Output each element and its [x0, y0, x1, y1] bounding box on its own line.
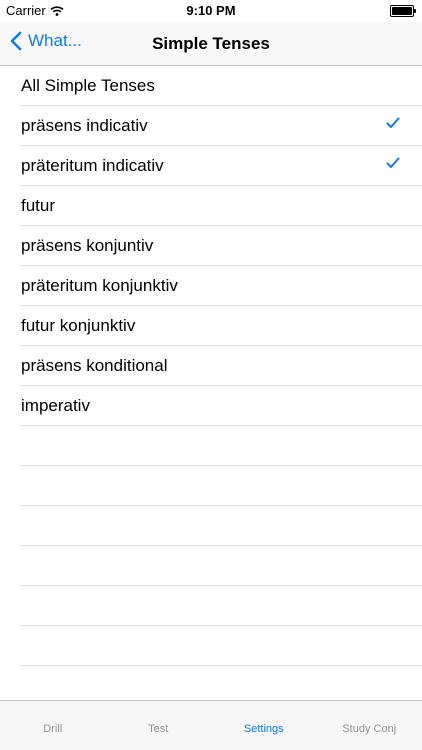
empty-row	[20, 506, 422, 546]
list-item-label: futur	[21, 195, 56, 215]
list-item-label: präsens indicativ	[21, 115, 148, 135]
list-item-praeteritum-indicativ[interactable]: präteritum indicativ	[20, 146, 422, 186]
checkmark-icon	[386, 117, 400, 128]
empty-row	[20, 586, 422, 626]
navigation-bar: What... Simple Tenses	[0, 22, 422, 66]
list-item-label: präsens konditional	[21, 355, 168, 375]
list-item-praeteritum-konjunktiv[interactable]: präteritum konjunktiv	[20, 266, 422, 306]
list-item-praesens-konditional[interactable]: präsens konditional	[20, 346, 422, 386]
list-item-imperativ[interactable]: imperativ	[20, 386, 422, 426]
list-item-praesens-konjuntiv[interactable]: präsens konjuntiv	[20, 226, 422, 266]
empty-row	[20, 626, 422, 666]
empty-row	[20, 426, 422, 466]
tab-settings[interactable]: Settings	[211, 701, 317, 750]
checkmark-icon	[386, 157, 400, 168]
list-item-futur[interactable]: futur	[20, 186, 422, 226]
empty-row	[20, 546, 422, 586]
list-item-label: imperativ	[21, 395, 90, 415]
list-item-label: All Simple Tenses	[21, 75, 155, 95]
status-bar: Carrier 9:10 PM	[0, 0, 422, 22]
list-item-all-simple-tenses[interactable]: All Simple Tenses	[20, 66, 422, 106]
tab-study-conj[interactable]: Study Conj	[317, 701, 422, 750]
list-item-futur-konjunktiv[interactable]: futur konjunktiv	[20, 306, 422, 346]
list-item-label: präteritum indicativ	[21, 155, 164, 175]
list-item-label: futur konjunktiv	[21, 315, 136, 335]
list-item-praesens-indicativ[interactable]: präsens indicativ	[20, 106, 422, 146]
empty-row	[20, 466, 422, 506]
tab-bar: Drill Test Settings Study Conj	[0, 700, 422, 750]
tense-list: All Simple Tenses präsens indicativ prät…	[0, 66, 422, 666]
battery-icon	[390, 5, 416, 17]
tab-test[interactable]: Test	[106, 701, 212, 750]
list-item-label: präsens konjuntiv	[21, 235, 154, 255]
list-item-label: präteritum konjunktiv	[21, 275, 178, 295]
tab-drill[interactable]: Drill	[0, 701, 106, 750]
page-title: Simple Tenses	[152, 34, 270, 53]
status-time: 9:10 PM	[186, 3, 236, 18]
